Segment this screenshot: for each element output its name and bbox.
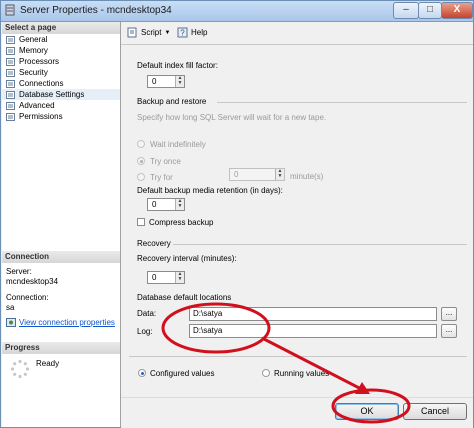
server-properties-window: Server Properties - mcndesktop34 – □ X S… <box>0 0 474 428</box>
page-icon <box>6 36 15 44</box>
try-once-radio[interactable] <box>137 157 145 165</box>
compress-backup-checkbox[interactable] <box>137 218 145 226</box>
window-title: Server Properties - mcndesktop34 <box>20 5 172 16</box>
progress-spinner-icon <box>10 359 30 379</box>
page-item-connections[interactable]: Connections <box>2 78 120 89</box>
try-for-value: 0 <box>234 170 239 179</box>
server-icon <box>5 4 15 16</box>
fill-factor-value: 0 <box>152 77 157 86</box>
minutes-unit: minute(s) <box>290 172 324 181</box>
retention-label: Default backup media retention (in days)… <box>137 186 283 195</box>
script-label: Script <box>141 28 162 37</box>
dialog-button-bar: OK Cancel <box>121 397 473 428</box>
select-page-header: Select a page <box>2 22 120 34</box>
page-item-security[interactable]: Security <box>2 67 120 78</box>
page-item-label: Connections <box>19 79 64 88</box>
compress-backup-label: Compress backup <box>149 218 214 227</box>
try-for-radio[interactable] <box>137 173 145 181</box>
page-icon <box>6 113 15 121</box>
main-panel: Script ▼ ? Help Default index fill facto… <box>121 22 473 397</box>
backup-hint: Specify how long SQL Server will wait fo… <box>137 113 327 122</box>
running-values-label: Running values <box>274 369 330 378</box>
try-for-spinner[interactable]: 0 ▲ ▼ <box>229 168 285 181</box>
section-divider <box>173 244 467 245</box>
script-button[interactable]: Script ▼ <box>127 27 170 38</box>
left-panel: Select a page General Memory Processors … <box>2 22 121 427</box>
page-item-label: Processors <box>19 57 60 66</box>
recovery-interval-value: 0 <box>152 273 157 282</box>
data-path-field[interactable]: D:\satya <box>189 307 437 321</box>
server-value: mcndesktop34 <box>6 277 59 286</box>
fill-factor-label: Default index fill factor: <box>137 61 218 70</box>
progress-header: Progress <box>2 342 120 354</box>
script-icon <box>127 27 137 38</box>
page-item-advanced[interactable]: Advanced <box>2 100 120 111</box>
recovery-interval-spinner[interactable]: 0 ▲ ▼ <box>147 271 185 284</box>
try-for-label: Try for <box>150 173 173 182</box>
progress-status: Ready <box>36 359 60 368</box>
log-label: Log: <box>137 327 153 336</box>
connection-value: sa <box>6 303 15 312</box>
db-locations-label: Database default locations <box>137 293 232 302</box>
view-connection-link[interactable]: View connection properties <box>19 318 115 327</box>
page-icon <box>6 80 15 88</box>
page-item-label: Memory <box>19 46 48 55</box>
page-icon <box>6 47 15 55</box>
chevron-down-icon[interactable]: ▼ <box>164 30 170 36</box>
page-item-label: Advanced <box>19 101 55 110</box>
server-label: Server: <box>6 267 32 276</box>
page-icon <box>6 91 15 99</box>
help-button[interactable]: ? Help <box>177 27 207 38</box>
fill-factor-spinner[interactable]: 0 ▲ ▼ <box>147 75 185 88</box>
help-icon: ? <box>177 27 188 38</box>
backup-section-label: Backup and restore <box>137 97 207 106</box>
page-item-label: Database Settings <box>19 90 85 99</box>
page-item-database-settings[interactable]: Database Settings <box>2 89 120 100</box>
section-divider <box>129 356 467 357</box>
view-connection-properties[interactable]: View connection properties <box>6 318 115 327</box>
recovery-interval-label: Recovery interval (minutes): <box>137 254 237 263</box>
title-bar[interactable]: Server Properties - mcndesktop34 – □ X <box>1 1 473 22</box>
data-browse-button[interactable]: ... <box>441 307 457 321</box>
page-item-permissions[interactable]: Permissions <box>2 111 120 122</box>
page-item-processors[interactable]: Processors <box>2 56 120 67</box>
spinner-arrows-icon[interactable]: ▲ ▼ <box>275 169 284 180</box>
spinner-arrows-icon[interactable]: ▲ ▼ <box>175 76 184 87</box>
retention-spinner[interactable]: 0 ▲ ▼ <box>147 198 185 211</box>
configured-values-label: Configured values <box>150 369 215 378</box>
page-list: General Memory Processors Security Conne… <box>2 34 120 122</box>
log-path-field[interactable]: D:\satya <box>189 324 437 338</box>
ok-button[interactable]: OK <box>335 403 399 420</box>
spinner-arrows-icon[interactable]: ▲ ▼ <box>175 272 184 283</box>
spinner-arrows-icon[interactable]: ▲ ▼ <box>175 199 184 210</box>
configured-values-radio[interactable] <box>138 369 146 377</box>
page-item-label: Permissions <box>19 112 63 121</box>
help-label: Help <box>191 28 208 37</box>
wait-indefinitely-label: Wait indefinitely <box>150 140 206 149</box>
connection-label: Connection: <box>6 293 49 302</box>
page-icon <box>6 58 15 66</box>
minimize-button[interactable]: – <box>393 2 419 19</box>
retention-value: 0 <box>152 200 157 209</box>
recovery-section-label: Recovery <box>137 239 171 248</box>
maximize-button[interactable]: □ <box>418 2 442 19</box>
cancel-button[interactable]: Cancel <box>403 403 467 420</box>
wait-indefinitely-radio[interactable] <box>137 140 145 148</box>
connection-properties-icon <box>6 318 16 327</box>
page-icon <box>6 102 15 110</box>
running-values-radio[interactable] <box>262 369 270 377</box>
data-label: Data: <box>137 309 157 318</box>
toolbar: Script ▼ ? Help <box>121 22 473 45</box>
page-item-general[interactable]: General <box>2 34 120 45</box>
log-browse-button[interactable]: ... <box>441 324 457 338</box>
page-item-memory[interactable]: Memory <box>2 45 120 56</box>
svg-text:?: ? <box>180 29 185 38</box>
page-icon <box>6 69 15 77</box>
try-once-label: Try once <box>150 157 181 166</box>
page-item-label: Security <box>19 68 48 77</box>
close-button[interactable]: X <box>441 2 473 19</box>
section-divider <box>217 102 467 103</box>
connection-header: Connection <box>2 251 120 263</box>
page-item-label: General <box>19 35 48 44</box>
